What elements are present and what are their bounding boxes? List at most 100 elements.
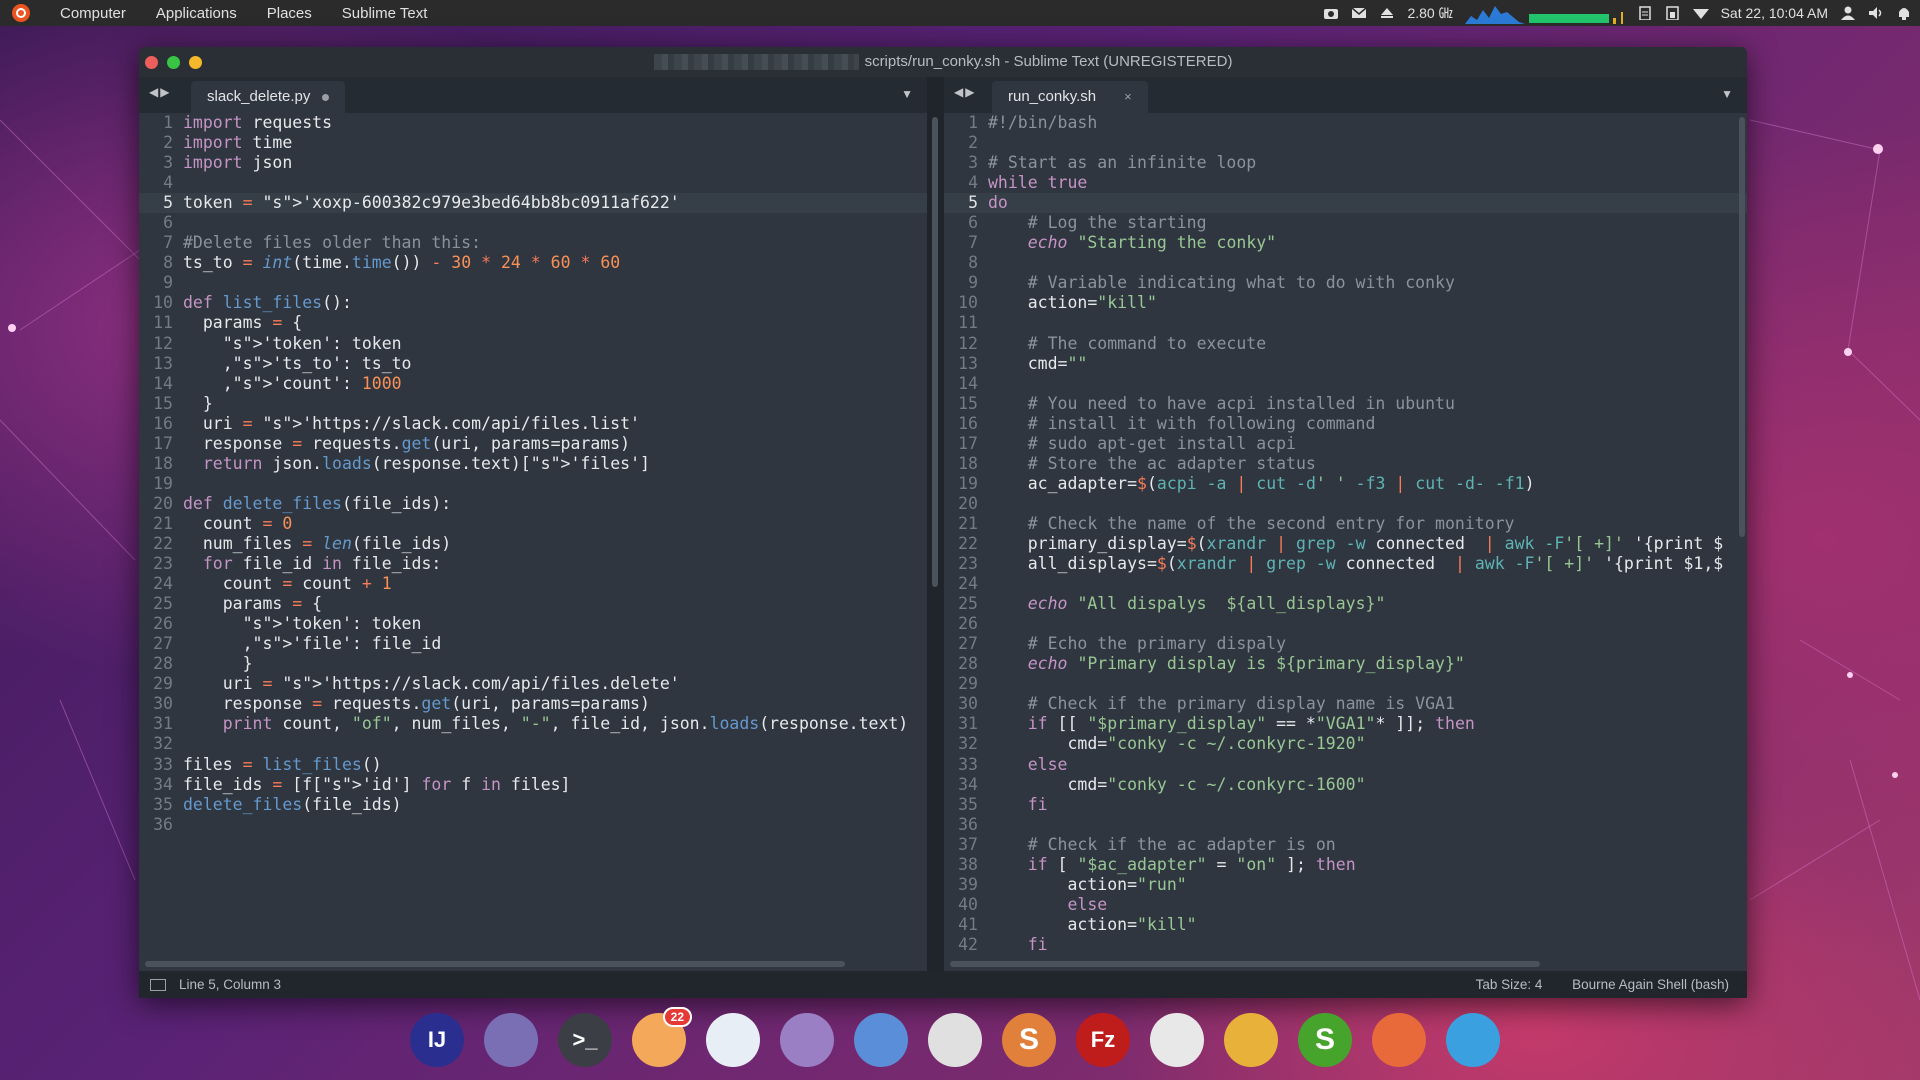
- line-text[interactable]: token = "s">'xoxp-600382c979e3bed64bb8bc…: [183, 193, 680, 212]
- code-line[interactable]: 33 else: [944, 755, 1747, 775]
- line-text[interactable]: # Start as an infinite loop: [988, 153, 1256, 172]
- line-text[interactable]: all_displays=$(xrandr | grep -w connecte…: [988, 554, 1723, 573]
- line-text[interactable]: ac_adapter=$(acpi -a | cut -d' ' -f3 | c…: [988, 474, 1535, 493]
- code-line[interactable]: 37 # Check if the ac adapter is on: [944, 835, 1747, 855]
- code-line[interactable]: 30 # Check if the primary display name i…: [944, 694, 1747, 714]
- line-text[interactable]: params = {: [183, 313, 302, 332]
- mail-icon[interactable]: [1351, 6, 1367, 20]
- code-line[interactable]: 35 delete_files(file_ids): [139, 795, 927, 815]
- line-text[interactable]: print count, "of", num_files, "-", file_…: [183, 714, 909, 733]
- code-line[interactable]: 17 response = requests.get(uri, params=p…: [139, 434, 927, 454]
- code-line[interactable]: 21 # Check the name of the second entry …: [944, 514, 1747, 534]
- mysql-workbench-icon[interactable]: [1224, 1013, 1278, 1067]
- code-line[interactable]: 33 files = list_files(): [139, 755, 927, 775]
- mail-icon[interactable]: 22: [632, 1007, 692, 1067]
- line-text[interactable]: import time: [183, 133, 292, 152]
- code-line[interactable]: 17 # sudo apt-get install acpi: [944, 434, 1747, 454]
- spreadsheet-icon[interactable]: S: [1298, 1013, 1352, 1067]
- code-line[interactable]: 6: [139, 213, 927, 233]
- line-text[interactable]: }: [183, 394, 213, 413]
- line-text[interactable]: cmd="conky -c ~/.conkyrc-1600": [988, 775, 1365, 794]
- system-monitor-graph[interactable]: [1464, 2, 1625, 24]
- line-text[interactable]: import json: [183, 153, 292, 172]
- code-line[interactable]: 26: [944, 614, 1747, 634]
- tab-nav-arrows-icon[interactable]: ◀▶: [149, 85, 171, 99]
- line-text[interactable]: num_files = len(file_ids): [183, 534, 451, 553]
- code-line[interactable]: 6 # Log the starting: [944, 213, 1747, 233]
- line-text[interactable]: action="kill": [988, 915, 1196, 934]
- code-line[interactable]: 5 do: [944, 193, 1747, 214]
- menu-sublime-text[interactable]: Sublime Text: [342, 5, 428, 22]
- code-line[interactable]: 10 def list_files():: [139, 293, 927, 313]
- terminal-icon[interactable]: >_: [558, 1013, 612, 1067]
- menu-places[interactable]: Places: [267, 5, 312, 22]
- line-text[interactable]: def list_files():: [183, 293, 352, 312]
- code-line[interactable]: 27 ,"s">'file': file_id: [139, 634, 927, 654]
- code-line[interactable]: 12 "s">'token': token: [139, 334, 927, 354]
- vertical-scrollbar[interactable]: [1739, 117, 1745, 537]
- code-line[interactable]: 19 ac_adapter=$(acpi -a | cut -d' ' -f3 …: [944, 474, 1747, 494]
- line-text[interactable]: #Delete files older than this:: [183, 233, 481, 252]
- notification-bell-icon[interactable]: [1896, 6, 1912, 20]
- code-line[interactable]: 3 import json: [139, 153, 927, 173]
- line-text[interactable]: while true: [988, 173, 1087, 192]
- code-line[interactable]: 15 }: [139, 394, 927, 414]
- code-line[interactable]: 27 # Echo the primary dispaly: [944, 634, 1747, 654]
- code-line[interactable]: 38 if [ "$ac_adapter" = "on" ]; then: [944, 855, 1747, 875]
- code-line[interactable]: 34 file_ids = [f["s">'id'] for f in files…: [139, 775, 927, 795]
- code-line[interactable]: 23 for file_id in file_ids:: [139, 554, 927, 574]
- code-line[interactable]: 9 # Variable indicating what to do with …: [944, 273, 1747, 293]
- files-icon[interactable]: [484, 1013, 538, 1067]
- cursor-position[interactable]: Line 5, Column 3: [179, 971, 281, 998]
- code-line[interactable]: 21 count = 0: [139, 514, 927, 534]
- toggle-panel-icon[interactable]: [150, 979, 166, 991]
- line-text[interactable]: count = count + 1: [183, 574, 392, 593]
- horizontal-scrollbar[interactable]: [950, 961, 1540, 967]
- code-line[interactable]: 3 # Start as an infinite loop: [944, 153, 1747, 173]
- code-line[interactable]: 23 all_displays=$(xrandr | grep -w conne…: [944, 554, 1747, 574]
- code-line[interactable]: 31 if [[ "$primary_display" == *"VGA1"* …: [944, 714, 1747, 734]
- line-text[interactable]: # You need to have acpi installed in ubu…: [988, 394, 1455, 413]
- code-line[interactable]: 42 fi: [944, 935, 1747, 955]
- code-line[interactable]: 2 import time: [139, 133, 927, 153]
- unsaved-dot-icon[interactable]: [322, 93, 330, 101]
- filezilla-icon[interactable]: Fz: [1076, 1013, 1130, 1067]
- code-line[interactable]: 18 return json.loads(response.text)["s">…: [139, 454, 927, 474]
- code-line[interactable]: 7 echo "Starting the conky": [944, 233, 1747, 253]
- left-editor-pane[interactable]: ◀▶ slack_delete.py ▼ 1 import requests 2 im…: [139, 77, 927, 971]
- line-text[interactable]: "s">'token': token: [183, 614, 422, 633]
- line-text[interactable]: import requests: [183, 113, 332, 132]
- line-text[interactable]: action="run": [988, 875, 1186, 894]
- code-line[interactable]: 7 #Delete files older than this:: [139, 233, 927, 253]
- code-line[interactable]: 31 print count, "of", num_files, "-", fi…: [139, 714, 927, 734]
- line-text[interactable]: echo "Primary display is ${primary_displ…: [988, 654, 1465, 673]
- shutter-icon[interactable]: [706, 1013, 760, 1067]
- code-line[interactable]: 24 count = count + 1: [139, 574, 927, 594]
- horizontal-scrollbar[interactable]: [145, 961, 845, 967]
- line-text[interactable]: ts_to = int(time.time()) - 30 * 24 * 60 …: [183, 253, 620, 272]
- line-text[interactable]: params = {: [183, 594, 322, 613]
- line-text[interactable]: # Echo the primary dispaly: [988, 634, 1286, 653]
- code-line[interactable]: 1 import requests: [139, 113, 927, 133]
- line-text[interactable]: return json.loads(response.text)["s">'fi…: [183, 454, 650, 473]
- code-line[interactable]: 8 ts_to = int(time.time()) - 30 * 24 * 60…: [139, 253, 927, 273]
- code-line[interactable]: 13 cmd="": [944, 354, 1747, 374]
- code-line[interactable]: 11 params = {: [139, 313, 927, 333]
- code-line[interactable]: 16 # install it with following command: [944, 414, 1747, 434]
- code-line[interactable]: 1 #!/bin/bash: [944, 113, 1747, 133]
- battery-icon[interactable]: [1665, 6, 1681, 21]
- code-line[interactable]: 9: [139, 273, 927, 293]
- line-text[interactable]: fi: [988, 935, 1048, 954]
- line-text[interactable]: # Check if the primary display name is V…: [988, 694, 1455, 713]
- remote-desktop-icon[interactable]: [854, 1013, 908, 1067]
- code-line[interactable]: 14: [944, 374, 1747, 394]
- line-text[interactable]: delete_files(file_ids): [183, 795, 402, 814]
- line-text[interactable]: file_ids = [f["s">'id'] for f in files]: [183, 775, 571, 794]
- code-line[interactable]: 13 ,"s">'ts_to': ts_to: [139, 354, 927, 374]
- pane-splitter[interactable]: [927, 77, 944, 971]
- line-text[interactable]: #!/bin/bash: [988, 113, 1097, 132]
- code-area-left[interactable]: 1 import requests 2 import time 3 import json…: [139, 113, 927, 957]
- ubuntu-logo-icon[interactable]: [12, 4, 30, 22]
- code-line[interactable]: 22 primary_display=$(xrandr | grep -w co…: [944, 534, 1747, 554]
- code-line[interactable]: 22 num_files = len(file_ids): [139, 534, 927, 554]
